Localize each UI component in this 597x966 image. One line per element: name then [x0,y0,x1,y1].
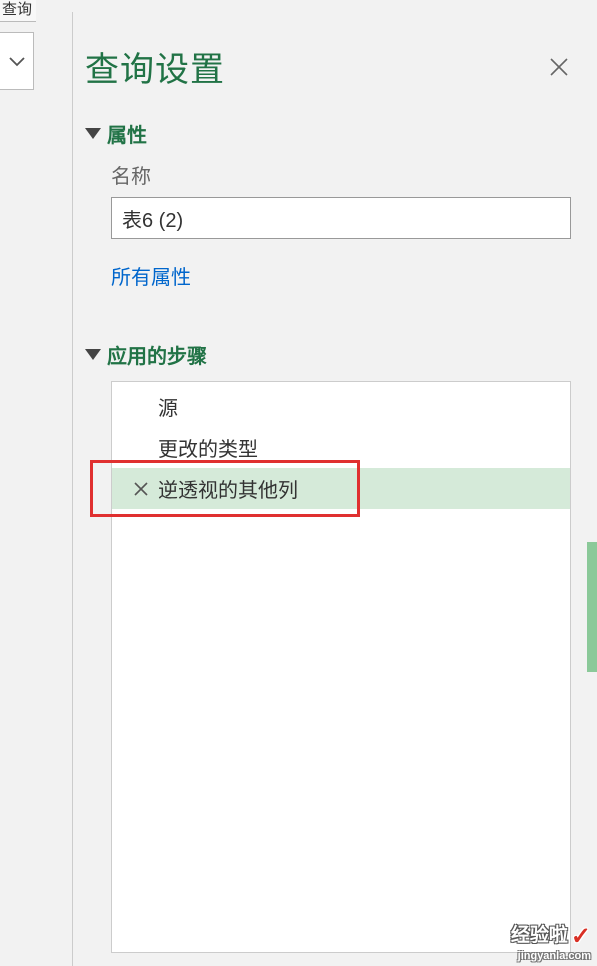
watermark-text: 经验啦 [511,926,568,947]
panel-header: 查询设置 [73,12,597,115]
chevron-down-icon [7,54,27,68]
close-button[interactable] [547,55,571,79]
watermark: 经验啦 ✓ jingyanla.com [511,924,591,962]
query-settings-panel: 查询设置 属性 名称 所有属性 应用的步骤 源 更改的类型 [72,12,597,966]
properties-title: 属性 [107,119,147,148]
name-label: 名称 [111,160,579,189]
step-item-changed-type[interactable]: 更改的类型 [112,427,570,468]
collapse-icon [85,349,101,360]
top-tab-fragment: 查询 [0,0,36,22]
collapse-icon [85,128,101,139]
step-item-source[interactable]: 源 [112,382,570,427]
step-item-label: 逆透视的其他列 [158,474,298,503]
watermark-url: jingyanla.com [511,950,591,962]
close-icon [548,56,570,78]
scrollbar-indicator[interactable] [587,542,597,672]
panel-title: 查询设置 [85,42,225,91]
steps-list: 源 更改的类型 逆透视的其他列 [111,381,571,953]
dropdown-button[interactable] [0,32,34,90]
all-properties-link[interactable]: 所有属性 [111,261,191,290]
step-item-unpivot-selected[interactable]: 逆透视的其他列 [112,468,570,509]
check-icon: ✓ [571,924,591,950]
name-input[interactable] [111,197,571,239]
properties-section: 属性 名称 所有属性 [73,115,597,290]
steps-header[interactable]: 应用的步骤 [83,340,579,369]
applied-steps-section: 应用的步骤 源 更改的类型 逆透视的其他列 [73,336,597,953]
properties-header[interactable]: 属性 [83,119,579,148]
delete-step-icon[interactable] [132,480,150,498]
steps-title: 应用的步骤 [107,340,207,369]
